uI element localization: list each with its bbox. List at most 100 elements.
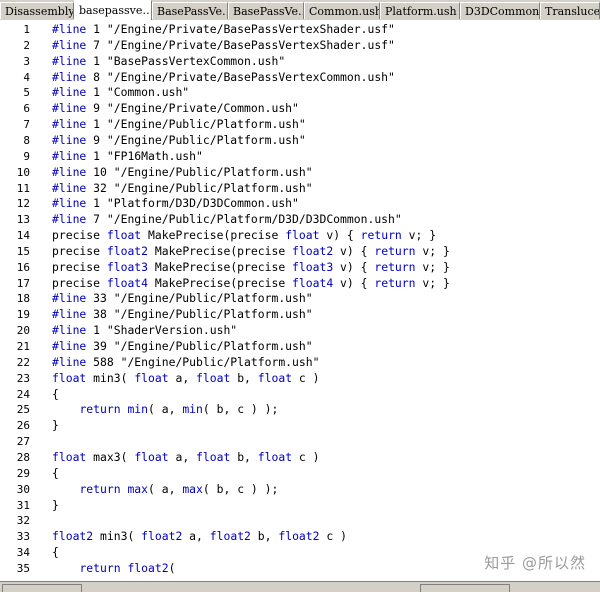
code-line: 5 #line 1 "Common.ush" (0, 85, 600, 101)
code-line: 11 #line 32 "/Engine/Public/Platform.ush" (0, 181, 600, 197)
code-line: 29 { (0, 466, 600, 482)
line-number: 1 (23, 23, 30, 36)
watermark: 知乎 @所以然 (484, 554, 586, 572)
line-number: 13 (16, 213, 30, 227)
line-number: 32 (16, 514, 30, 528)
line-number: 17 (16, 276, 30, 290)
code-line: 23 float min3( float a, float b, float c … (0, 371, 600, 387)
line-number: 14 (16, 229, 30, 243)
code-text: } (52, 497, 59, 512)
line-number: 9 (23, 149, 30, 163)
line-number: 7 (23, 118, 30, 132)
code-line: 12 #line 1 "Platform/D3D/D3DCommon.ush" (0, 196, 600, 212)
code-line: 19 #line 38 "/Engine/Public/Platform.ush" (0, 307, 600, 323)
line-number: 4 (23, 70, 30, 84)
file-tab-6[interactable]: Platform.ush (380, 2, 460, 19)
file-tab-2[interactable]: basepassve… (74, 0, 152, 20)
code-line: 24 { (0, 387, 600, 403)
line-number: 24 (16, 387, 30, 401)
code-line: 7 #line 1 "/Engine/Public/Platform.ush" (0, 117, 600, 133)
code-text: return float2( (79, 560, 176, 575)
line-number: 20 (16, 324, 30, 338)
code-text: precise float2 MakePrecise(precise float… (52, 243, 450, 258)
code-line: 20 #line 1 "ShaderVersion.ush" (0, 323, 600, 339)
line-number: 3 (23, 54, 30, 68)
code-text: #line 7 "/Engine/Private/BasePassVertexS… (52, 37, 395, 52)
code-line: 14 precise float MakePrecise(precise floa… (0, 228, 600, 244)
line-number: 27 (16, 435, 30, 449)
code-line: 13 #line 7 "/Engine/Public/Platform/D3D/D… (0, 212, 600, 228)
file-tab-4[interactable]: BasePassVe… (228, 2, 304, 19)
line-number: 2 (23, 38, 30, 52)
code-line: 33 float2 min3( float2 a, float2 b, float… (0, 529, 600, 545)
file-tab-8[interactable]: Translucen (540, 2, 600, 19)
code-line: 10 #line 10 "/Engine/Public/Platform.ush" (0, 165, 600, 181)
code-text: #line 10 "/Engine/Public/Platform.ush" (52, 164, 313, 179)
code-line: 18 #line 33 "/Engine/Public/Platform.ush" (0, 291, 600, 307)
code-text: #line 1 "Platform/D3D/D3DCommon.ush" (52, 196, 299, 211)
code-text: { (52, 545, 59, 560)
code-line: 4 #line 8 "/Engine/Private/BasePassVertex… (0, 70, 600, 86)
code-line: 6 #line 9 "/Engine/Private/Common.ush" (0, 101, 600, 117)
line-number: 28 (16, 450, 30, 464)
file-tab-7[interactable]: D3DCommon.… (460, 2, 540, 19)
file-tab-1[interactable]: Disassembly (0, 2, 74, 19)
code-text: return min( a, min( b, c ) ); (79, 402, 279, 417)
code-line: 1 #line 1 "/Engine/Private/BasePassVertex… (0, 22, 600, 38)
code-text: #line 9 "/Engine/Public/Platform.ush" (52, 132, 306, 147)
code-text: #line 1 "Common.ush" (52, 85, 190, 100)
line-number: 29 (16, 466, 30, 480)
line-number: 15 (16, 244, 30, 258)
code-text: #line 7 "/Engine/Public/Platform/D3D/D3D… (52, 212, 402, 227)
line-number: 8 (23, 133, 30, 147)
line-number: 33 (16, 530, 30, 544)
code-text: #line 33 "/Engine/Public/Platform.ush" (52, 291, 313, 306)
code-text: #line 32 "/Engine/Public/Platform.ush" (52, 180, 313, 195)
code-text: #line 1 "/Engine/Private/BasePassVertexS… (52, 22, 395, 36)
file-tab-5[interactable]: Common.ush (304, 2, 380, 19)
code-line: 28 float max3( float a, float b, float c … (0, 450, 600, 466)
code-text: #line 588 "/Engine/Public/Platform.ush" (52, 354, 320, 369)
line-number: 12 (16, 197, 30, 211)
line-number: 31 (16, 498, 30, 512)
code-line: 32 (0, 513, 600, 529)
code-line: 31} (0, 498, 600, 514)
code-text: float2 min3( float2 a, float2 b, float2 … (52, 529, 347, 544)
line-number: 5 (23, 86, 30, 100)
file-tab-bar: Disassembly basepassve… BasePassVe… BasePas… (0, 0, 600, 21)
code-line: 16 precise float3 MakePrecise(precise flo… (0, 260, 600, 276)
code-text: #line 1 "ShaderVersion.ush" (52, 323, 238, 338)
code-text: #line 1 "FP16Math.ush" (52, 148, 203, 163)
code-editor[interactable]: 1 #line 1 "/Engine/Private/BasePassVertex… (0, 20, 600, 581)
code-text: #line 38 "/Engine/Public/Platform.ush" (52, 307, 313, 322)
code-line: 21 #line 39 "/Engine/Public/Platform.ush" (0, 339, 600, 355)
code-text: { (52, 465, 59, 480)
code-line: 25 return min( a, min( b, c ) ); (0, 402, 600, 418)
code-line: 30 return max( a, max( b, c ) ); (0, 482, 600, 498)
line-number: 25 (16, 403, 30, 417)
code-line: 27 (0, 434, 600, 450)
code-text: } (52, 418, 59, 433)
code-line: 9 #line 1 "FP16Math.ush" (0, 149, 600, 165)
code-line: 8 #line 9 "/Engine/Public/Platform.ush" (0, 133, 600, 149)
code-text: #line 9 "/Engine/Private/Common.ush" (52, 101, 299, 116)
line-number: 6 (23, 102, 30, 116)
code-line: 26} (0, 418, 600, 434)
line-number: 21 (16, 340, 30, 353)
line-number: 34 (16, 546, 30, 560)
code-text: #line 8 "/Engine/Private/BasePassVertexC… (52, 69, 395, 84)
code-text: precise float MakePrecise(precise float … (52, 228, 437, 243)
code-line: 3 #line 1 "BasePassVertexCommon.ush" (0, 54, 600, 70)
code-text: precise float4 MakePrecise(precise float… (52, 275, 450, 290)
line-number: 16 (16, 260, 30, 274)
code-line: 2 #line 7 "/Engine/Private/BasePassVertex… (0, 38, 600, 54)
line-number: 18 (16, 292, 30, 306)
bottom-panel-tabs (0, 581, 600, 592)
code-text: precise float3 MakePrecise(precise float… (52, 259, 450, 274)
line-number: 10 (16, 165, 30, 179)
line-number: 22 (16, 355, 30, 369)
code-line: 15 precise float2 MakePrecise(precise flo… (0, 244, 600, 260)
line-number: 23 (16, 371, 30, 385)
line-number: 19 (16, 308, 30, 322)
file-tab-3[interactable]: BasePassVe… (152, 2, 228, 19)
